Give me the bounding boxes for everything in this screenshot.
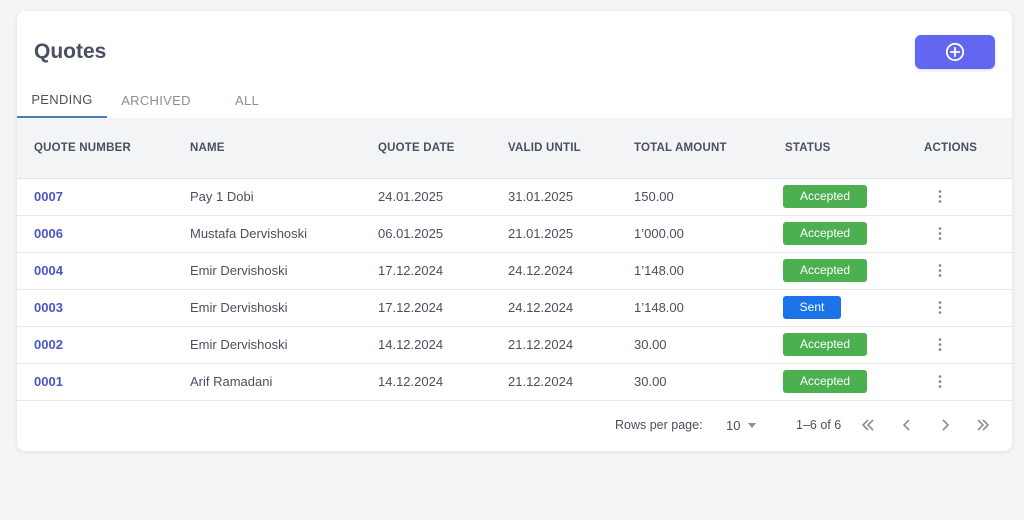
quote-number-link[interactable]: 0002: [34, 326, 63, 363]
table-row: 0007 Pay 1 Dobi 24.01.2025 31.01.2025 15…: [17, 178, 1012, 216]
valid-until: 21.12.2024: [508, 337, 574, 352]
column-header-quote-date[interactable]: QUOTE DATE: [378, 118, 455, 178]
quote-number-link[interactable]: 0003: [34, 289, 63, 326]
column-header-total-amount[interactable]: TOTAL AMOUNT: [634, 118, 727, 178]
table-pagination: Rows per page: 10 1–6 of 6: [17, 401, 1012, 451]
plus-circle-icon: [945, 42, 965, 62]
valid-until: 24.12.2024: [508, 300, 574, 315]
customer-name: Emir Dervishoski: [190, 263, 288, 278]
customer-name: Emir Dervishoski: [190, 337, 288, 352]
total-amount: 30.00: [634, 374, 667, 389]
table-row: 0002 Emir Dervishoski 14.12.2024 21.12.2…: [17, 326, 1012, 364]
column-header-status[interactable]: STATUS: [785, 118, 831, 178]
customer-name: Pay 1 Dobi: [190, 189, 254, 204]
table-row: 0003 Emir Dervishoski 17.12.2024 24.12.2…: [17, 289, 1012, 327]
table-row: 0001 Arif Ramadani 14.12.2024 21.12.2024…: [17, 363, 1012, 401]
status-badge: Accepted: [783, 333, 867, 356]
more-vertical-icon[interactable]: [935, 299, 945, 316]
chevrons-left-icon: [861, 419, 874, 431]
valid-until: 21.01.2025: [508, 226, 574, 241]
status-badge: Accepted: [783, 185, 867, 208]
table-row: 0004 Emir Dervishoski 17.12.2024 24.12.2…: [17, 252, 1012, 290]
total-amount: 1’148.00: [634, 263, 684, 278]
quote-tabs: PENDING ARCHIVED ALL: [17, 83, 1012, 119]
quote-number-link[interactable]: 0004: [34, 252, 63, 289]
add-quote-button[interactable]: [915, 35, 995, 69]
first-page-button[interactable]: [857, 414, 879, 436]
total-amount: 1’000.00: [634, 226, 684, 241]
rows-per-page-select[interactable]: 10: [726, 418, 757, 433]
status-badge: Sent: [783, 296, 841, 319]
next-page-button[interactable]: [934, 414, 956, 436]
quote-number-link[interactable]: 0001: [34, 363, 63, 400]
quote-number-link[interactable]: 0006: [34, 215, 63, 252]
total-amount: 30.00: [634, 337, 667, 352]
more-vertical-icon[interactable]: [935, 188, 945, 205]
tab-pending[interactable]: PENDING: [17, 83, 107, 118]
more-vertical-icon[interactable]: [935, 262, 945, 279]
table-header: QUOTE NUMBER NAME QUOTE DATE VALID UNTIL…: [17, 118, 1012, 179]
chevron-right-icon: [942, 419, 950, 431]
customer-name: Arif Ramadani: [190, 374, 273, 389]
quotes-card: Quotes PENDING ARCHIVED ALL QUOTE NUMBER…: [17, 11, 1012, 451]
column-header-name[interactable]: NAME: [190, 118, 225, 178]
quote-date: 14.12.2024: [378, 337, 444, 352]
valid-until: 21.12.2024: [508, 374, 574, 389]
pagination-range: 1–6 of 6: [796, 418, 842, 432]
status-badge: Accepted: [783, 370, 867, 393]
page-title: Quotes: [34, 40, 107, 63]
quote-date: 06.01.2025: [378, 226, 444, 241]
quote-date: 14.12.2024: [378, 374, 444, 389]
status-badge: Accepted: [783, 222, 867, 245]
quote-number-link[interactable]: 0007: [34, 178, 63, 215]
last-page-button[interactable]: [972, 414, 994, 436]
column-header-actions: ACTIONS: [924, 142, 978, 154]
quote-date: 24.01.2025: [378, 189, 444, 204]
caret-down-icon: [748, 423, 757, 428]
quote-date: 17.12.2024: [378, 300, 444, 315]
previous-page-button[interactable]: [896, 414, 918, 436]
chevron-left-icon: [902, 419, 910, 431]
total-amount: 150.00: [634, 189, 674, 204]
table-row: 0006 Mustafa Dervishoski 06.01.2025 21.0…: [17, 215, 1012, 253]
more-vertical-icon[interactable]: [935, 373, 945, 390]
customer-name: Emir Dervishoski: [190, 300, 288, 315]
total-amount: 1’148.00: [634, 300, 684, 315]
customer-name: Mustafa Dervishoski: [190, 226, 308, 241]
tab-all[interactable]: ALL: [227, 83, 267, 118]
status-badge: Accepted: [783, 259, 867, 282]
chevrons-right-icon: [977, 419, 990, 431]
column-header-valid-until[interactable]: VALID UNTIL: [508, 118, 581, 178]
more-vertical-icon[interactable]: [935, 225, 945, 242]
rows-per-page-value: 10: [726, 418, 741, 433]
more-vertical-icon[interactable]: [935, 336, 945, 353]
rows-per-page-label: Rows per page:: [615, 418, 703, 432]
quote-date: 17.12.2024: [378, 263, 444, 278]
column-header-quote-number[interactable]: QUOTE NUMBER: [34, 118, 131, 178]
tab-archived[interactable]: ARCHIVED: [117, 83, 195, 118]
valid-until: 24.12.2024: [508, 263, 574, 278]
valid-until: 31.01.2025: [508, 189, 574, 204]
